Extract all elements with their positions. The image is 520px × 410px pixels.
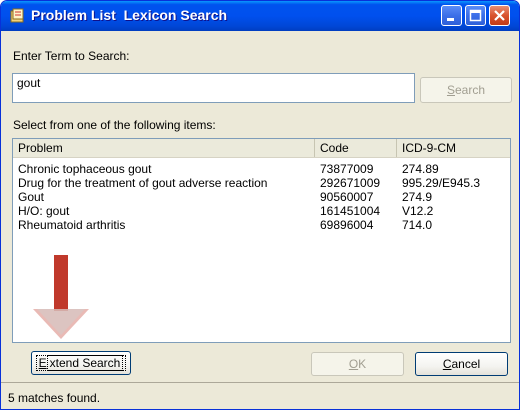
list-item[interactable]: Gout 90560007 274.9 xyxy=(13,191,510,203)
cancel-button[interactable]: Cancel xyxy=(415,352,508,376)
column-header-code[interactable]: Code xyxy=(315,139,397,157)
problem-cell: Gout xyxy=(18,190,45,204)
extend-search-button[interactable]: Extend Search xyxy=(31,351,131,375)
search-input[interactable] xyxy=(12,73,415,103)
column-header-icd[interactable]: ICD-9-CM xyxy=(397,139,510,157)
close-icon xyxy=(494,10,505,21)
icd-cell: 274.9 xyxy=(402,190,433,204)
code-cell: 69896004 xyxy=(320,218,374,232)
problem-cell: Drug for the treatment of gout adverse r… xyxy=(18,176,268,190)
minimize-button[interactable] xyxy=(441,5,462,26)
problem-cell: Rheumatoid arthritis xyxy=(18,218,126,232)
cancel-label: Cancel xyxy=(442,357,481,371)
list-item[interactable]: Rheumatoid arthritis 69896004 714.0 xyxy=(13,219,510,231)
results-label: Select from one of the following items: xyxy=(13,118,216,132)
list-item[interactable]: Drug for the treatment of gout adverse r… xyxy=(13,177,510,189)
problem-cell: H/O: gout xyxy=(18,204,70,218)
code-cell: 73877009 xyxy=(320,162,374,176)
close-button[interactable] xyxy=(489,5,510,26)
list-item[interactable]: H/O: gout 161451004 V12.2 xyxy=(13,205,510,217)
icd-cell: V12.2 xyxy=(402,204,434,218)
icd-cell: 995.29/E945.3 xyxy=(402,176,481,190)
column-header-problem[interactable]: Problem xyxy=(13,139,315,157)
problem-cell: Chronic tophaceous gout xyxy=(18,162,152,176)
extend-search-label: Extend Search xyxy=(35,355,127,371)
lexicon-search-window: Problem List Lexicon Search Enter Term t… xyxy=(0,0,520,410)
list-item[interactable]: Chronic tophaceous gout 73877009 274.89 xyxy=(13,163,510,175)
app-icon xyxy=(9,8,25,24)
search-label: Enter Term to Search: xyxy=(13,49,130,63)
code-cell: 90560007 xyxy=(320,190,374,204)
code-cell: 292671009 xyxy=(320,176,381,190)
status-bar: 5 matches found. xyxy=(1,382,519,409)
ok-label: OK xyxy=(348,357,367,371)
icd-cell: 714.0 xyxy=(402,218,433,232)
minimize-icon xyxy=(447,18,454,21)
ok-button[interactable]: OK xyxy=(311,352,404,376)
list-header: Problem Code ICD-9-CM xyxy=(13,139,510,158)
title-bar[interactable]: Problem List Lexicon Search xyxy=(1,1,519,31)
down-arrow-icon xyxy=(33,255,89,339)
maximize-icon xyxy=(469,9,482,22)
search-button-label: Search xyxy=(446,83,486,97)
maximize-button[interactable] xyxy=(465,5,486,26)
icd-cell: 274.89 xyxy=(402,162,439,176)
window-title: Problem List Lexicon Search xyxy=(31,7,228,23)
status-text: 5 matches found. xyxy=(8,391,101,405)
search-button[interactable]: Search xyxy=(420,77,512,103)
code-cell: 161451004 xyxy=(320,204,381,218)
